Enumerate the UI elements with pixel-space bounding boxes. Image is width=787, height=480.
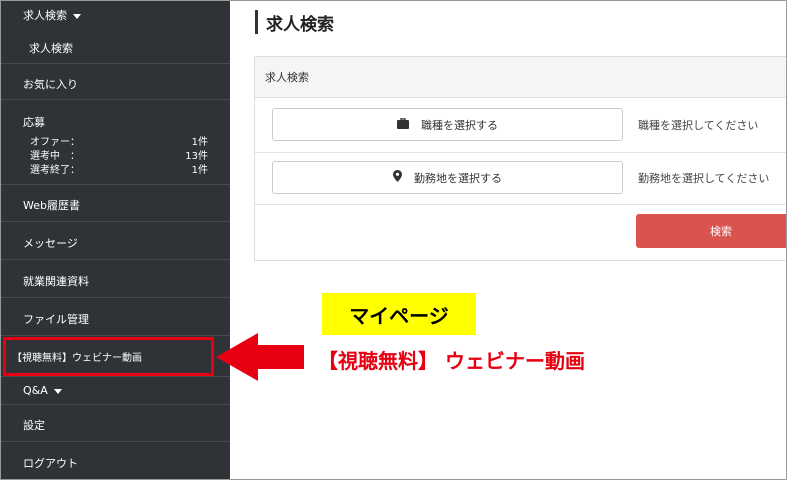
application-row-finished[interactable]: 選考終了： 1件	[30, 161, 208, 176]
sidebar-subitem-job-search[interactable]: 求人検索	[0, 40, 230, 56]
select-occupation-button[interactable]: 職種を選択する	[272, 108, 623, 141]
search-panel: 求人検索 職種を選択する 職種を選択してください 勤務地を選択する 勤務地を選択…	[254, 56, 787, 261]
select-location-label: 勤務地を選択する	[414, 171, 502, 185]
location-hint: 勤務地を選択してください	[638, 172, 770, 185]
sidebar-item-label: 求人検索	[23, 9, 67, 22]
arrow-shaft	[256, 345, 304, 369]
divider	[0, 404, 230, 405]
search-button[interactable]: 検索	[636, 214, 787, 248]
page-title: 求人検索	[266, 15, 334, 35]
sidebar-item-label: 就業関連資料	[23, 275, 89, 288]
divider	[0, 221, 230, 222]
panel-header: 求人検索	[255, 57, 787, 98]
divider	[0, 259, 230, 260]
webinar-highlight-box	[3, 337, 214, 376]
sidebar-item-applications[interactable]: 応募	[0, 114, 230, 130]
sidebar-item-file-management[interactable]: ファイル管理	[0, 311, 230, 327]
application-label: 選考中 ：	[30, 151, 80, 162]
left-arrow-icon	[216, 333, 258, 381]
briefcase-icon	[397, 116, 409, 132]
divider	[0, 297, 230, 298]
sidebar-item-label: Q&A	[23, 384, 48, 397]
panel-title: 求人検索	[265, 71, 309, 84]
sidebar-item-label: お気に入り	[23, 78, 78, 91]
sidebar-item-label: ログアウト	[23, 457, 78, 470]
sidebar-item-label: 応募	[23, 116, 45, 129]
caret-down-icon	[73, 13, 81, 19]
sidebar-item-label: ファイル管理	[23, 313, 89, 326]
sidebar-item-favorites[interactable]: お気に入り	[0, 76, 230, 92]
sidebar-item-logout[interactable]: ログアウト	[0, 455, 230, 471]
application-label: 選考終了：	[30, 165, 80, 176]
divider	[0, 335, 230, 336]
select-location-button[interactable]: 勤務地を選択する	[272, 161, 623, 194]
divider	[0, 99, 230, 100]
occupation-hint: 職種を選択してください	[638, 119, 759, 132]
sidebar-item-job-materials[interactable]: 就業関連資料	[0, 273, 230, 289]
application-row-offer[interactable]: オファー： 1件	[30, 133, 208, 148]
sidebar-item-label: Web履歴書	[23, 199, 80, 212]
application-count: 1件	[191, 137, 208, 148]
map-pin-icon	[393, 170, 402, 185]
select-occupation-label: 職種を選択する	[421, 118, 498, 132]
sidebar-item-job-search[interactable]: 求人検索	[0, 7, 230, 23]
sidebar-item-web-resume[interactable]: Web履歴書	[0, 197, 230, 213]
sidebar-item-messages[interactable]: メッセージ	[0, 235, 230, 251]
webinar-annotation-label: 【視聴無料】 ウェビナー動画	[318, 349, 585, 373]
divider	[0, 63, 230, 64]
divider	[0, 376, 230, 377]
application-count: 1件	[191, 165, 208, 176]
application-label: オファー：	[30, 137, 80, 148]
sidebar-item-qa[interactable]: Q&A	[0, 384, 230, 397]
divider	[0, 184, 230, 185]
sidebar-item-label: メッセージ	[23, 237, 78, 250]
application-row-in-selection[interactable]: 選考中 ： 13件	[30, 147, 208, 162]
caret-down-icon	[53, 388, 62, 394]
sidebar: 求人検索 求人検索 お気に入り 応募 オファー： 1件 選考中 ： 13件 選考…	[0, 0, 230, 480]
title-accent-bar	[255, 10, 258, 34]
sidebar-item-label: 求人検索	[29, 42, 73, 55]
sidebar-item-label: 設定	[23, 419, 45, 432]
sidebar-item-settings[interactable]: 設定	[0, 417, 230, 433]
divider	[255, 204, 787, 205]
mypage-annotation-label: マイページ	[322, 293, 476, 335]
divider	[0, 441, 230, 442]
application-count: 13件	[185, 151, 208, 162]
divider	[255, 152, 787, 153]
